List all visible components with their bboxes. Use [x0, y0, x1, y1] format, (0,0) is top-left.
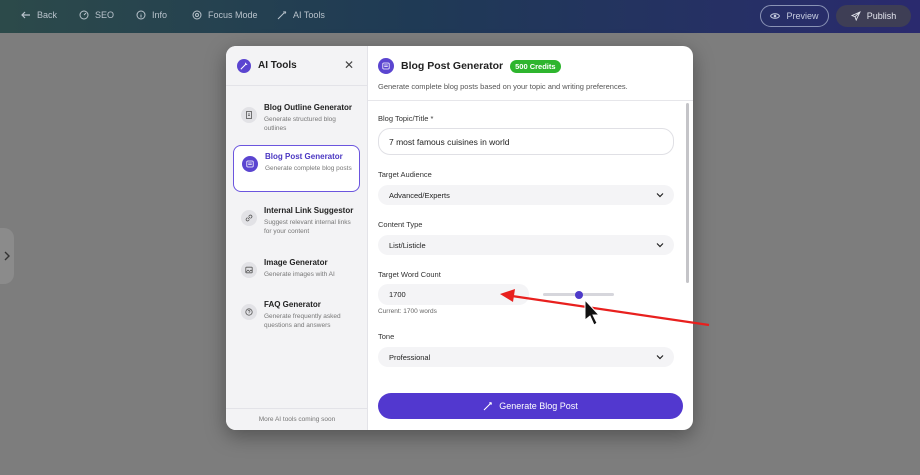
- audience-value: Advanced/Experts: [389, 190, 450, 200]
- tool-name: FAQ Generator: [264, 300, 321, 309]
- tool-desc: Suggest relevant internal links for your…: [264, 219, 351, 235]
- credits-badge: 500 Credits: [510, 59, 561, 73]
- target-icon: [192, 10, 202, 20]
- tools-sidebar: AI Tools ✕ Blog Outline Generator Genera…: [226, 46, 368, 430]
- image-icon: [241, 262, 257, 278]
- generator-panel: Blog Post Generator 500 Credits Generate…: [368, 46, 693, 430]
- back-button[interactable]: Back: [21, 10, 57, 20]
- link-icon: [241, 210, 257, 226]
- audience-label: Target Audience: [378, 170, 432, 179]
- focus-mode-button[interactable]: Focus Mode: [192, 10, 258, 20]
- chevron-down-icon: [656, 243, 664, 248]
- tool-desc: Generate structured blog outlines: [264, 116, 336, 132]
- tool-desc: Generate frequently asked questions and …: [264, 313, 341, 329]
- info-icon: [136, 10, 146, 20]
- tool-desc: Generate complete blog posts: [265, 165, 352, 172]
- generate-blog-post-button[interactable]: Generate Blog Post: [378, 393, 683, 419]
- publish-button[interactable]: Publish: [836, 5, 911, 27]
- word-count-input[interactable]: 1700: [378, 284, 529, 305]
- generate-label: Generate Blog Post: [499, 401, 578, 411]
- word-count-label: Target Word Count: [378, 270, 441, 279]
- post-icon: [378, 58, 394, 74]
- ai-tools-badge: [237, 58, 251, 73]
- tool-name: Image Generator: [264, 258, 328, 267]
- info-label: Info: [152, 10, 168, 20]
- slider-thumb[interactable]: [574, 291, 583, 299]
- content-type-value: List/Listicle: [389, 240, 426, 250]
- content-type-label: Content Type: [378, 220, 423, 229]
- tone-label: Tone: [378, 332, 395, 341]
- arrow-left-icon: [21, 11, 30, 19]
- topic-input[interactable]: 7 most famous cuisines in world: [378, 128, 674, 155]
- audience-select[interactable]: Advanced/Experts: [378, 185, 674, 205]
- tool-desc: Generate images with AI: [264, 271, 335, 278]
- magic-wand-icon: [483, 402, 493, 411]
- panel-header: Blog Post Generator 500 Credits Generate…: [368, 46, 693, 101]
- topic-value: 7 most famous cuisines in world: [389, 136, 510, 147]
- word-count-value: 1700: [389, 290, 406, 299]
- close-icon[interactable]: ✕: [343, 59, 355, 71]
- tone-value: Professional: [389, 352, 431, 362]
- expand-panel-tab[interactable]: [0, 228, 14, 284]
- ai-tools-button[interactable]: AI Tools: [277, 10, 325, 20]
- sidebar-item-image-generator[interactable]: Image Generator Generate images with AI: [233, 252, 360, 299]
- panel-subtitle: Generate complete blog posts based on yo…: [378, 82, 628, 91]
- panel-scrollbar[interactable]: [686, 103, 689, 283]
- magic-wand-icon: [277, 11, 287, 20]
- focus-mode-label: Focus Mode: [208, 10, 258, 20]
- sidebar-item-faq-generator[interactable]: FAQ Generator Generate frequently asked …: [233, 294, 360, 341]
- publish-label: Publish: [866, 11, 897, 21]
- top-toolbar: Back SEO Info Focus Mode AI Tools Previe…: [0, 0, 920, 33]
- word-count-helper: Current: 1700 words: [378, 308, 437, 315]
- topic-label: Blog Topic/Title *: [378, 114, 434, 123]
- sidebar-title: AI Tools: [258, 60, 297, 71]
- sidebar-item-internal-link[interactable]: Internal Link Suggestor Suggest relevant…: [233, 200, 360, 247]
- sidebar-item-blog-post[interactable]: Blog Post Generator Generate complete bl…: [233, 145, 360, 192]
- seo-button[interactable]: SEO: [79, 10, 114, 20]
- preview-button[interactable]: Preview: [760, 5, 829, 27]
- tool-name: Blog Post Generator: [265, 152, 343, 161]
- content-type-select[interactable]: List/Listicle: [378, 235, 674, 255]
- sidebar-footer: More AI tools coming soon: [226, 408, 368, 430]
- question-icon: [241, 304, 257, 320]
- send-icon: [850, 11, 861, 21]
- ai-tools-label: AI Tools: [293, 10, 325, 20]
- post-icon: [242, 156, 258, 172]
- document-icon: [241, 107, 257, 123]
- tone-select[interactable]: Professional: [378, 347, 674, 367]
- info-button[interactable]: Info: [136, 10, 167, 20]
- magic-wand-icon: [240, 62, 248, 70]
- sidebar-item-blog-outline[interactable]: Blog Outline Generator Generate structur…: [233, 97, 360, 144]
- tool-name: Internal Link Suggestor: [264, 206, 354, 215]
- chevron-down-icon: [656, 193, 664, 198]
- seo-label: SEO: [95, 10, 115, 20]
- chevron-right-icon: [4, 251, 10, 261]
- preview-label: Preview: [786, 11, 819, 21]
- tool-name: Blog Outline Generator: [264, 103, 353, 112]
- chevron-down-icon: [656, 355, 664, 360]
- back-label: Back: [37, 10, 58, 20]
- gauge-icon: [79, 10, 89, 20]
- panel-title: Blog Post Generator: [401, 60, 504, 72]
- ai-tools-modal: AI Tools ✕ Blog Outline Generator Genera…: [226, 46, 693, 430]
- eye-icon: [770, 13, 781, 19]
